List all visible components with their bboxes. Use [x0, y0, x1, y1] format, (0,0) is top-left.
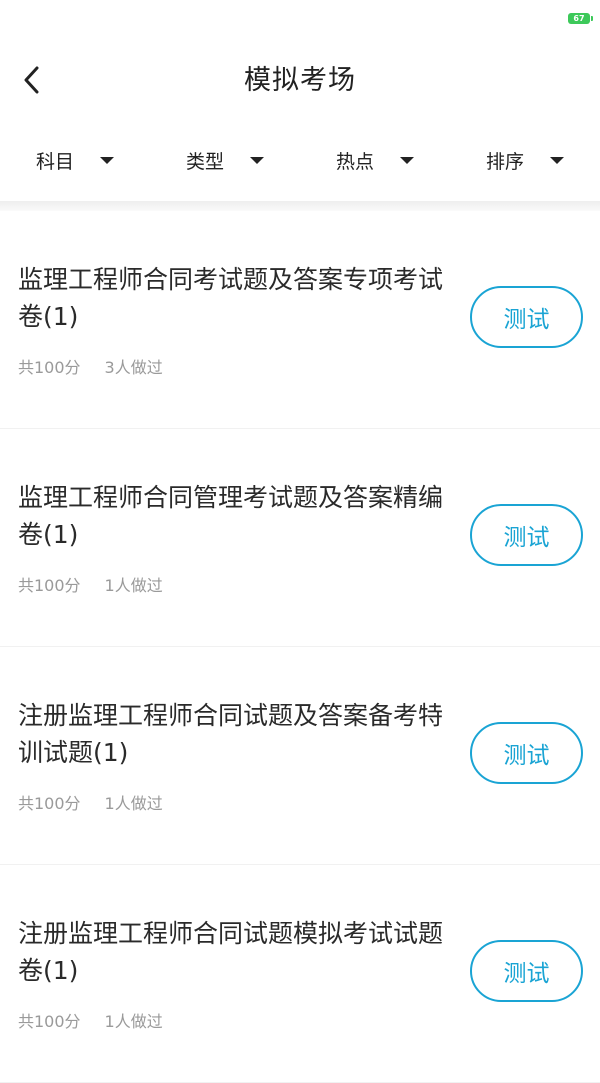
caret-down-icon	[400, 156, 414, 164]
exam-taken-count: 1人做过	[104, 1012, 163, 1031]
header: 模拟考场	[0, 40, 600, 120]
filter-sort[interactable]: 排序	[450, 128, 600, 192]
exam-title: 监理工程师合同考试题及答案专项考试卷(1)	[18, 265, 444, 331]
page-title: 模拟考场	[244, 65, 356, 96]
exam-title: 注册监理工程师合同试题及答案备考特训试题(1)	[18, 701, 444, 767]
list-item[interactable]: 监理工程师合同管理考试题及答案精编卷(1) 共100分 1人做过 测试	[0, 429, 600, 647]
caret-down-icon	[250, 156, 264, 164]
filter-label: 类型	[185, 150, 224, 173]
filter-label: 科目	[35, 150, 74, 173]
filter-type[interactable]: 类型	[150, 128, 300, 192]
exam-score: 共100分	[18, 358, 81, 377]
battery-icon: 67	[568, 13, 593, 24]
filter-subject[interactable]: 科目	[0, 128, 150, 192]
list-item[interactable]: 注册监理工程师合同试题模拟考试试题卷(1) 共100分 1人做过 测试	[0, 865, 600, 1083]
exam-meta: 共100分 3人做过	[18, 354, 163, 378]
exam-score: 共100分	[18, 576, 81, 595]
filter-label: 热点	[335, 150, 374, 173]
test-button[interactable]: 测试	[470, 504, 583, 566]
exam-meta: 共100分 1人做过	[18, 790, 163, 814]
filter-bar: 科目 类型 热点 排序	[0, 128, 600, 192]
exam-score: 共100分	[18, 1012, 81, 1031]
exam-score: 共100分	[18, 794, 81, 813]
status-bar: 67	[0, 0, 600, 40]
list-item[interactable]: 注册监理工程师合同试题及答案备考特训试题(1) 共100分 1人做过 测试	[0, 647, 600, 865]
exam-taken-count: 1人做过	[104, 794, 163, 813]
filter-label: 排序	[485, 150, 524, 173]
exam-meta: 共100分 1人做过	[18, 1008, 163, 1032]
section-divider	[0, 201, 600, 211]
list-item[interactable]: 监理工程师合同考试题及答案专项考试卷(1) 共100分 3人做过 测试	[0, 211, 600, 429]
exam-taken-count: 3人做过	[104, 358, 163, 377]
exam-title: 监理工程师合同管理考试题及答案精编卷(1)	[18, 483, 444, 549]
test-button[interactable]: 测试	[470, 722, 583, 784]
exam-taken-count: 1人做过	[104, 576, 163, 595]
test-button[interactable]: 测试	[470, 286, 583, 348]
test-button[interactable]: 测试	[470, 940, 583, 1002]
filter-hot[interactable]: 热点	[300, 128, 450, 192]
exam-list: 监理工程师合同考试题及答案专项考试卷(1) 共100分 3人做过 测试 监理工程…	[0, 211, 600, 1083]
exam-title: 注册监理工程师合同试题模拟考试试题卷(1)	[18, 919, 444, 985]
caret-down-icon	[550, 156, 564, 164]
caret-down-icon	[100, 156, 114, 164]
exam-meta: 共100分 1人做过	[18, 572, 163, 596]
